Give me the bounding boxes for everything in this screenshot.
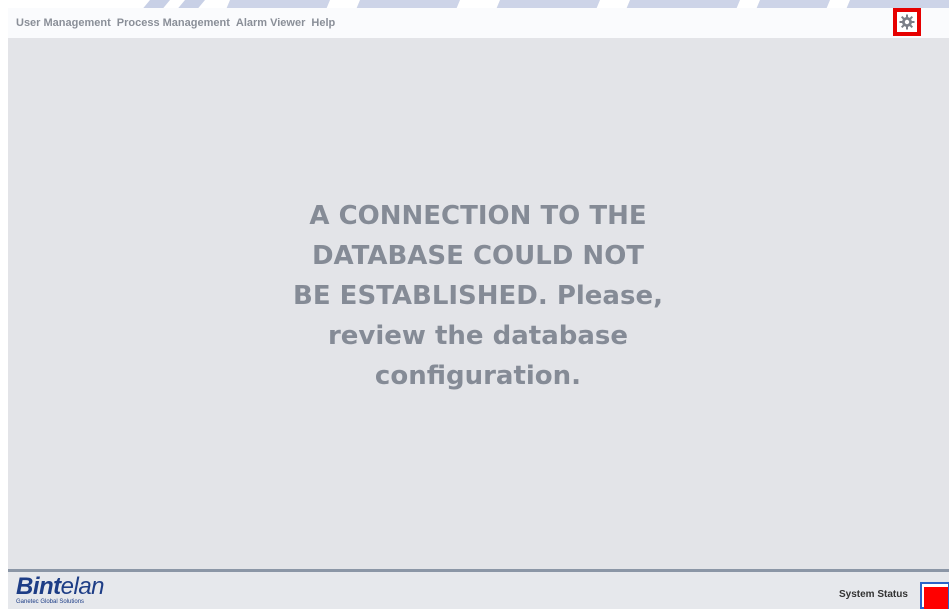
error-message-line: review the database [327,321,629,351]
menu-bar: User Management Process Management Alarm… [8,8,949,38]
settings-button[interactable] [893,8,921,36]
menu-item-user-management[interactable]: User Management [16,17,111,29]
main-panel: A CONNECTION TO THE DATABASE COULD NOT B… [8,38,949,569]
status-light [924,587,948,609]
gear-icon [899,14,915,30]
error-message-line: configuration. [374,361,582,391]
error-message-line: BE ESTABLISHED. Please, [293,281,663,311]
logo-tagline: Ganetec Global Solutions [16,599,85,605]
database-error-message: A CONNECTION TO THE DATABASE COULD NOT B… [208,196,748,396]
system-status-label: System Status [839,589,908,600]
error-message-line: A CONNECTION TO THE [309,201,647,231]
menu-item-process-management[interactable]: Process Management [117,17,230,29]
system-status-indicator[interactable] [920,582,949,609]
app-window: User Management Process Management Alarm… [0,0,949,609]
menu-item-help[interactable]: Help [311,17,335,29]
bintelan-logo: Bintelan Ganetec Global Solutions [16,573,105,606]
footer-bar: Bintelan Ganetec Global Solutions System… [8,572,949,609]
menu-item-alarm-viewer[interactable]: Alarm Viewer [236,17,306,29]
error-message-line: DATABASE COULD NOT [311,241,645,271]
